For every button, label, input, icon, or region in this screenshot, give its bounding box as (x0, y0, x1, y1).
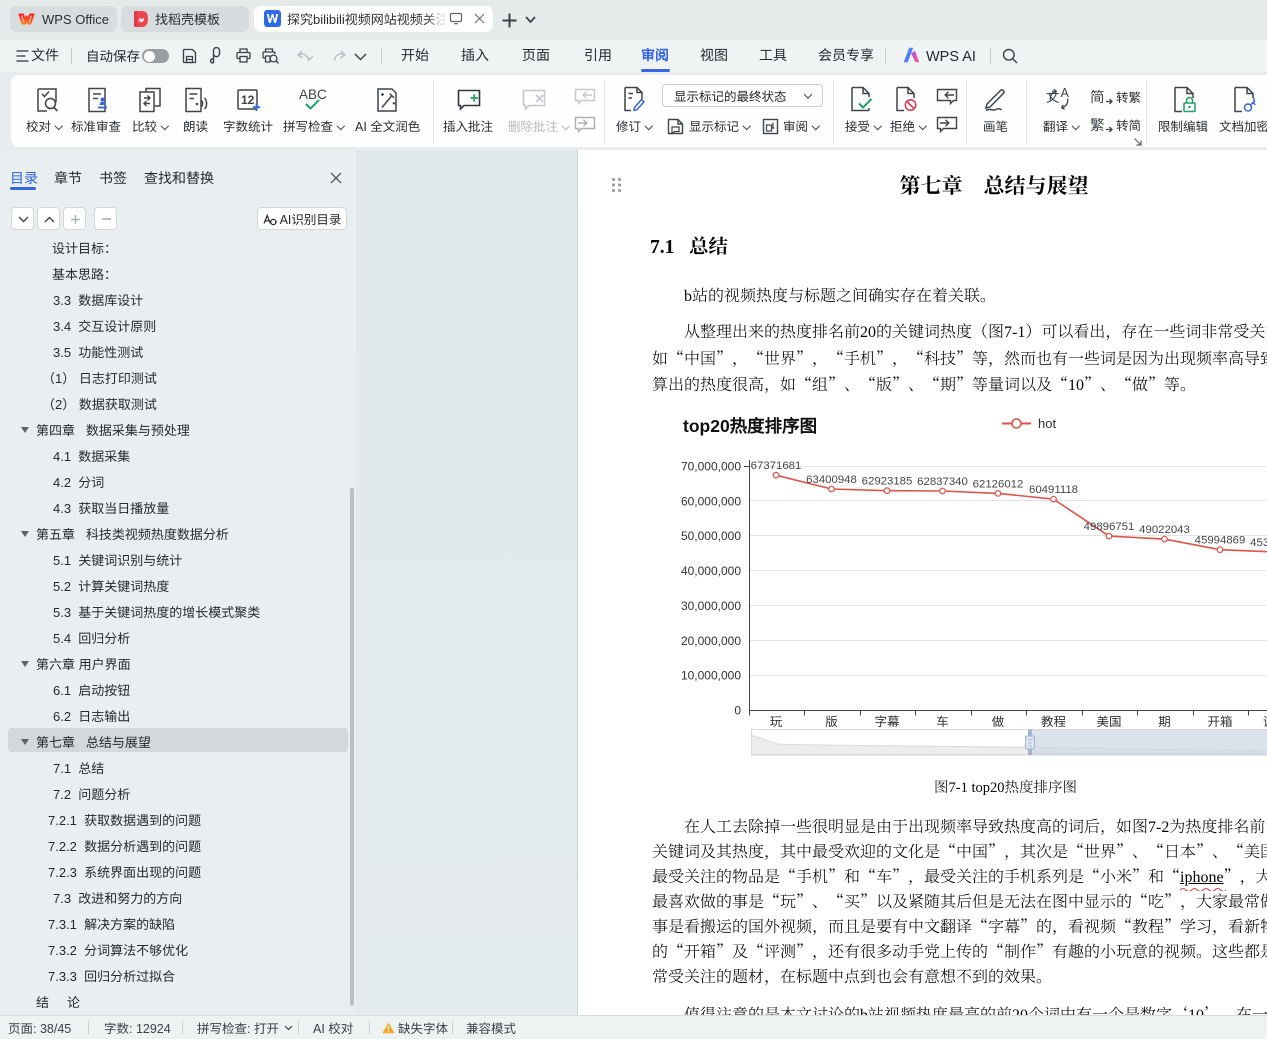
svg-text:开箱: 开箱 (1207, 711, 1232, 730)
svg-text:10,000,000: 10,000,000 (681, 667, 741, 684)
svg-text:美国: 美国 (1096, 711, 1121, 730)
svg-text:49896751: 49896751 (1084, 518, 1135, 534)
svg-text:62126012: 62126012 (973, 475, 1024, 491)
svg-text:30,000,000: 30,000,000 (681, 597, 741, 614)
svg-text:20,000,000: 20,000,000 (681, 632, 741, 649)
svg-text:字幕: 字幕 (874, 711, 900, 730)
svg-text:40,000,000: 40,000,000 (681, 562, 741, 579)
svg-text:62837340: 62837340 (917, 473, 968, 489)
svg-text:教程: 教程 (1041, 711, 1067, 730)
svg-text:67371681: 67371681 (751, 457, 802, 473)
svg-text:车: 车 (936, 711, 949, 730)
svg-text:做: 做 (992, 711, 1005, 730)
svg-text:top20热度排序图: top20热度排序图 (683, 413, 817, 438)
svg-text:ABC: ABC (299, 87, 327, 102)
svg-text:60491118: 60491118 (1029, 481, 1078, 497)
svg-text:62923185: 62923185 (862, 473, 913, 489)
svg-text:12: 12 (241, 93, 255, 107)
svg-text:45994869: 45994869 (1195, 532, 1246, 548)
svg-text:49022043: 49022043 (1139, 521, 1190, 537)
svg-text:玩: 玩 (770, 711, 783, 730)
svg-text:hot: hot (1038, 413, 1056, 432)
svg-text:繁: 繁 (1090, 116, 1105, 134)
svg-text:0: 0 (734, 702, 741, 719)
svg-text:63400948: 63400948 (806, 471, 857, 487)
svg-text:评测: 评测 (1263, 711, 1267, 730)
svg-text:60,000,000: 60,000,000 (681, 492, 741, 509)
svg-text:50,000,000: 50,000,000 (681, 527, 741, 544)
svg-text:文: 文 (1046, 86, 1060, 106)
svg-text:版: 版 (825, 711, 838, 730)
svg-text:简: 简 (1090, 88, 1105, 106)
svg-text:70,000,000: 70,000,000 (681, 458, 741, 475)
svg-text:45319764: 45319764 (1250, 534, 1267, 550)
svg-text:A: A (1061, 86, 1070, 100)
svg-text:期: 期 (1158, 711, 1171, 730)
